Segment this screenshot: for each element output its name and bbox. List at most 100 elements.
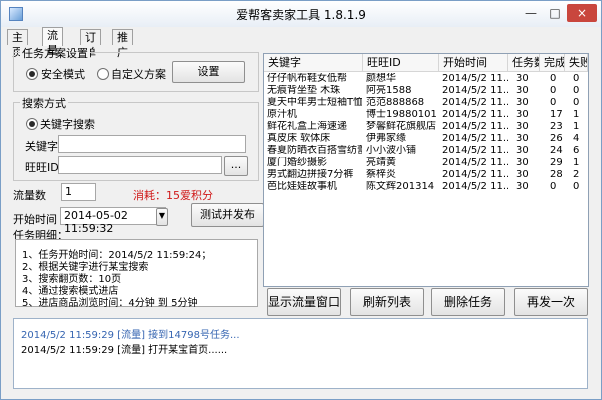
cell-wangwang-id: 范范888868 bbox=[366, 97, 425, 108]
table-header-task-count[interactable]: 任务数 bbox=[508, 54, 540, 72]
start-time-input[interactable]: 2014-05-02 11:59:32 bbox=[60, 207, 166, 235]
cell-failed: 1 bbox=[573, 157, 580, 168]
keyword-label: 关键字 bbox=[25, 140, 58, 153]
search-method-title: 搜索方式 bbox=[20, 95, 68, 111]
safe-mode-radio[interactable] bbox=[26, 68, 38, 80]
cell-completed: 28 bbox=[550, 169, 563, 180]
cell-start-time: 2014/5/2 11... bbox=[442, 133, 508, 144]
title-bar: 爱帮客卖家工具 1.8.1.9 — □ × bbox=[1, 1, 601, 27]
close-button[interactable]: × bbox=[567, 4, 597, 22]
cell-start-time: 2014/5/2 11... bbox=[442, 73, 508, 84]
table-header-completed[interactable]: 完成 bbox=[540, 54, 565, 72]
table-header-start-time[interactable]: 开始时间 bbox=[439, 54, 508, 72]
cell-start-time: 2014/5/2 11... bbox=[442, 121, 508, 132]
table-row[interactable]: 男式翻边拼接7分裤 蔡梓炎 2014/5/2 11... 30 28 2 bbox=[264, 169, 588, 181]
wangwang-browse-button[interactable]: ... bbox=[224, 156, 248, 176]
cell-wangwang-id: 伊弗家缘 bbox=[366, 133, 406, 144]
cell-task-count: 30 bbox=[516, 85, 529, 96]
task-details-box[interactable]: 1、任务开始时间：2014/5/2 11:59:24； 2、根据关键字进行某宝搜… bbox=[15, 239, 258, 309]
minimize-button[interactable]: — bbox=[521, 4, 541, 22]
cell-start-time: 2014/5/2 11... bbox=[442, 145, 508, 156]
table-row[interactable]: 原汁机 博士19880101 2014/5/2 11... 30 17 1 bbox=[264, 109, 588, 121]
tab-promotion[interactable]: 推广 bbox=[112, 29, 133, 59]
cell-completed: 23 bbox=[550, 121, 563, 132]
start-time-label: 开始时间 bbox=[13, 213, 57, 226]
task-settings-group: 任务方案设置 安全模式 自定义方案 设置 bbox=[13, 45, 259, 92]
left-panel: 任务方案设置 安全模式 自定义方案 设置 搜索方式 关键字搜索 关键字 旺旺ID… bbox=[13, 45, 264, 310]
keyword-search-radio[interactable] bbox=[26, 118, 38, 130]
cell-failed: 4 bbox=[573, 133, 580, 144]
table-row[interactable]: 春夏防晒衣百搭雪纺蕾... 小小波小铺 2014/5/2 11... 30 24 6 bbox=[264, 145, 588, 157]
cell-task-count: 30 bbox=[516, 73, 529, 84]
task-table: 关键字 旺旺ID 开始时间 任务数 完成 失败 仔仔帆布鞋女低帮 颜想华 2014/… bbox=[263, 53, 589, 287]
cell-completed: 29 bbox=[550, 157, 563, 168]
window-title: 爱帮客卖家工具 1.8.1.9 bbox=[236, 8, 366, 22]
table-header-failed[interactable]: 失败 bbox=[565, 54, 588, 72]
keyword-input[interactable] bbox=[58, 135, 246, 153]
cell-start-time: 2014/5/2 11... bbox=[442, 109, 508, 120]
cell-wangwang-id: 梦馨鲜花旗舰店 bbox=[366, 121, 436, 132]
cell-keyword: 春夏防晒衣百搭雪纺蕾... bbox=[267, 145, 362, 156]
cell-completed: 0 bbox=[550, 85, 557, 96]
cell-keyword: 夏天中年男士短袖T恤衫 bbox=[267, 97, 362, 108]
cell-completed: 17 bbox=[550, 109, 563, 120]
cell-keyword: 厦门婚纱摄影 bbox=[267, 157, 327, 168]
start-time-dropdown-icon[interactable]: ▼ bbox=[156, 208, 168, 226]
test-and-publish-button[interactable]: 测试并发布 bbox=[191, 203, 264, 227]
app-window: 爱帮客卖家工具 1.8.1.9 — □ × 主页 流量 订单 推广 任务方案设置… bbox=[0, 0, 602, 400]
custom-plan-label[interactable]: 自定义方案 bbox=[111, 66, 166, 82]
cell-task-count: 30 bbox=[516, 169, 529, 180]
cell-task-count: 30 bbox=[516, 133, 529, 144]
cell-failed: 2 bbox=[573, 169, 580, 180]
table-row[interactable]: 仔仔帆布鞋女低帮 颜想华 2014/5/2 11... 30 0 0 bbox=[264, 73, 588, 85]
cell-failed: 0 bbox=[573, 85, 580, 96]
cell-start-time: 2014/5/2 11... bbox=[442, 85, 508, 96]
cell-wangwang-id: 阿亮1588 bbox=[366, 85, 412, 96]
tab-orders[interactable]: 订单 bbox=[80, 29, 101, 59]
keyword-search-label[interactable]: 关键字搜索 bbox=[40, 116, 95, 132]
cell-keyword: 鲜花礼盒上海速递 bbox=[267, 121, 347, 132]
cell-keyword: 芭比娃娃故事机 bbox=[267, 181, 337, 192]
tab-home[interactable]: 主页 bbox=[7, 29, 28, 59]
cell-keyword: 真皮床 软体床 bbox=[267, 133, 331, 144]
delete-task-button[interactable]: 删除任务 bbox=[431, 288, 505, 316]
log-line: 2014/5/2 11:59:29 [流量] 接到14798号任务... bbox=[21, 330, 240, 341]
table-header-wangwang-id[interactable]: 旺旺ID bbox=[363, 54, 439, 72]
cell-start-time: 2014/5/2 11... bbox=[442, 97, 508, 108]
traffic-count-label: 流量数 bbox=[13, 189, 46, 202]
cell-keyword: 无痕背坐垫 木珠 bbox=[267, 85, 341, 96]
table-row[interactable]: 芭比娃娃故事机 陈文辉201314 2014/5/2 11... 30 0 0 bbox=[264, 181, 588, 193]
maximize-button[interactable]: □ bbox=[545, 4, 565, 22]
cell-failed: 1 bbox=[573, 121, 580, 132]
cell-wangwang-id: 博士19880101 bbox=[366, 109, 437, 120]
cell-task-count: 30 bbox=[516, 97, 529, 108]
cell-failed: 0 bbox=[573, 97, 580, 108]
cell-wangwang-id: 小小波小铺 bbox=[366, 145, 416, 156]
table-row[interactable]: 鲜花礼盒上海速递 梦馨鲜花旗舰店 2014/5/2 11... 30 23 1 bbox=[264, 121, 588, 133]
custom-plan-radio[interactable] bbox=[97, 68, 109, 80]
table-row[interactable]: 夏天中年男士短袖T恤衫范范888868 2014/5/2 11... 30 0 0 bbox=[264, 97, 588, 109]
cell-wangwang-id: 亮靖黄 bbox=[366, 157, 396, 168]
table-row[interactable]: 真皮床 软体床 伊弗家缘 2014/5/2 11... 30 26 4 bbox=[264, 133, 588, 145]
table-header-keyword[interactable]: 关键字 bbox=[264, 54, 363, 72]
cell-start-time: 2014/5/2 11... bbox=[442, 169, 508, 180]
refresh-list-button[interactable]: 刷新列表 bbox=[350, 288, 424, 316]
traffic-count-input[interactable]: 1 bbox=[61, 183, 96, 201]
cell-completed: 0 bbox=[550, 73, 557, 84]
cell-start-time: 2014/5/2 11... bbox=[442, 157, 508, 168]
wangwang-label: 旺旺ID bbox=[25, 161, 59, 174]
cell-task-count: 30 bbox=[516, 109, 529, 120]
settings-button[interactable]: 设置 bbox=[172, 61, 245, 83]
show-traffic-window-button[interactable]: 显示流量窗口 bbox=[267, 288, 341, 316]
tab-traffic[interactable]: 流量 bbox=[42, 27, 63, 57]
cell-failed: 0 bbox=[573, 181, 580, 192]
table-row[interactable]: 厦门婚纱摄影 亮靖黄 2014/5/2 11... 30 29 1 bbox=[264, 157, 588, 169]
resend-once-button[interactable]: 再发一次 bbox=[514, 288, 588, 316]
activity-log[interactable]: 2014/5/2 11:59:29 [流量] 接到14798号任务... 201… bbox=[13, 318, 588, 389]
cell-task-count: 30 bbox=[516, 121, 529, 132]
cell-failed: 1 bbox=[573, 109, 580, 120]
safe-mode-label[interactable]: 安全模式 bbox=[41, 66, 85, 82]
cell-wangwang-id: 颜想华 bbox=[366, 73, 396, 84]
wangwang-input[interactable] bbox=[58, 156, 222, 174]
table-row[interactable]: 无痕背坐垫 木珠 阿亮1588 2014/5/2 11... 30 0 0 bbox=[264, 85, 588, 97]
